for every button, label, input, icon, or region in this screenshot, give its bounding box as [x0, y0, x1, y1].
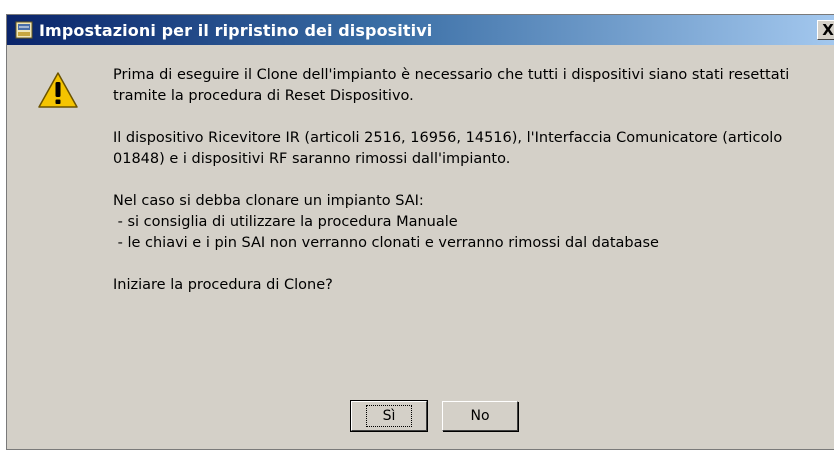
message-bullet: - le chiavi e i pin SAI non verranno clo…: [113, 235, 659, 251]
no-button-label: No: [470, 408, 490, 424]
message-body: Prima di eseguire il Clone dell'impianto…: [113, 65, 833, 317]
message-paragraph: Il dispositivo Ricevitore IR (articoli 2…: [113, 128, 833, 170]
no-button[interactable]: No: [442, 401, 518, 431]
message-paragraph: Nel caso si debba clonare un impianto SA…: [113, 191, 833, 254]
title-bar[interactable]: Impostazioni per il ripristino dei dispo…: [7, 15, 834, 45]
message-line: Il dispositivo Ricevitore IR (articoli 2…: [113, 130, 783, 146]
message-line: 01848) e i dispositivi RF saranno rimoss…: [113, 151, 511, 167]
close-button[interactable]: X: [817, 20, 834, 40]
message-question: Iniziare la procedura di Clone?: [113, 275, 833, 296]
warning-icon: [37, 71, 79, 109]
message-bullet: - si consiglia di utilizzare la procedur…: [113, 214, 458, 230]
app-icon: [15, 21, 33, 39]
message-line: Iniziare la procedura di Clone?: [113, 277, 333, 293]
dialog-title: Impostazioni per il ripristino dei dispo…: [39, 20, 433, 40]
yes-button[interactable]: Sì: [350, 400, 428, 432]
message-line: Nel caso si debba clonare un impianto SA…: [113, 193, 424, 209]
close-icon: X: [822, 21, 834, 39]
dialog-window: Impostazioni per il ripristino dei dispo…: [6, 14, 834, 450]
message-line: Prima di eseguire il Clone dell'impianto…: [113, 67, 790, 83]
message-line: tramite la procedura di Reset Dispositiv…: [113, 88, 414, 104]
yes-button-label: Sì: [365, 405, 413, 427]
message-paragraph: Prima di eseguire il Clone dell'impianto…: [113, 65, 833, 107]
